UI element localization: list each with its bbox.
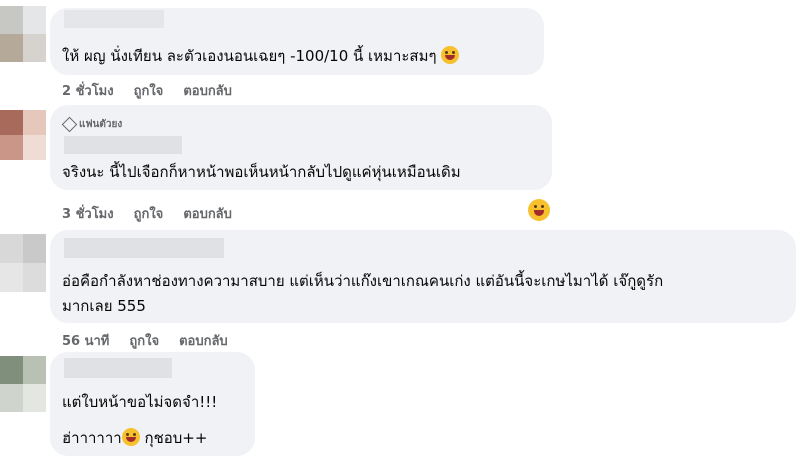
top-fan-badge: แฟนตัวยง <box>61 116 122 133</box>
reply-button[interactable]: ตอบกลับ <box>183 203 232 224</box>
like-button[interactable]: ถูกใจ <box>129 330 159 351</box>
commenter-name[interactable] <box>64 358 172 378</box>
comment-text-line: แต่ใบหน้าขอไม่จดจำ!!! <box>62 393 218 411</box>
commenter-name[interactable] <box>64 238 224 258</box>
comment-text: ให้ ผญ นั่งเทียน ละตัวเองนอนเฉยๆ -100/10… <box>62 46 460 66</box>
timestamp[interactable]: 3 ชั่วโมง <box>62 203 114 224</box>
timestamp[interactable]: 2 ชั่วโมง <box>62 80 114 101</box>
comment-actions: 2 ชั่วโมง ถูกใจ ตอบกลับ <box>62 80 232 101</box>
diamond-icon <box>61 116 78 133</box>
comment-text-line: มากเลย 555 <box>62 297 146 315</box>
rolling-laughing-emoji-icon <box>121 428 140 446</box>
commenter-name[interactable] <box>64 10 164 28</box>
commenter-name[interactable] <box>64 136 182 154</box>
like-button[interactable]: ถูกใจ <box>134 80 164 101</box>
laughing-reaction-icon[interactable] <box>528 199 550 221</box>
avatar[interactable] <box>0 110 46 160</box>
comment-text-line: ฮ่าาาาาา กุชอบ++ <box>62 428 208 447</box>
comment-actions: 3 ชั่วโมง ถูกใจ ตอบกลับ <box>62 203 232 224</box>
avatar[interactable] <box>0 234 46 292</box>
reply-button[interactable]: ตอบกลับ <box>183 80 232 101</box>
laughing-crying-emoji-icon <box>441 46 460 64</box>
comment-text-line: อ่อคือกำลังหาช่องทางความาสบาย แต่เห็นว่า… <box>62 272 664 290</box>
like-button[interactable]: ถูกใจ <box>134 203 164 224</box>
comment-actions: 56 นาที ถูกใจ ตอบกลับ <box>62 330 228 351</box>
comment-text: จริงนะ นี้ไปเจือกก็หาหน้าพอเห็นหน้ากลับไ… <box>62 163 461 181</box>
avatar[interactable] <box>0 6 46 62</box>
avatar[interactable] <box>0 356 46 412</box>
timestamp[interactable]: 56 นาที <box>62 330 109 351</box>
reply-button[interactable]: ตอบกลับ <box>179 330 228 351</box>
